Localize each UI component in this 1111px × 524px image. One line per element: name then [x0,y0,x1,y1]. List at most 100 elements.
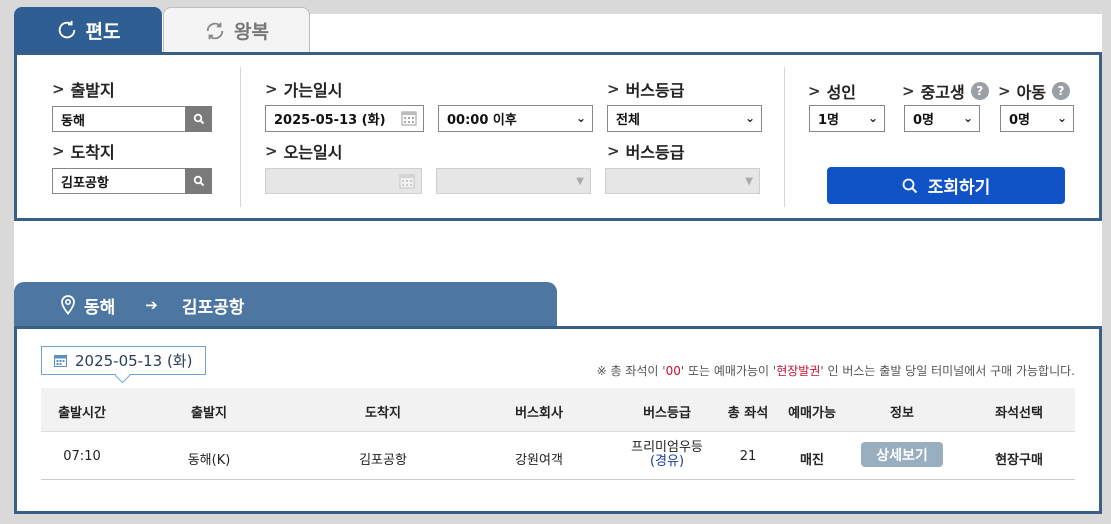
calendar-icon[interactable] [401,110,417,126]
header-departure: 출발지 [191,406,227,421]
arrival-input[interactable]: 김포공항 [52,168,212,194]
route-from: 동해 [84,297,116,318]
teen-value: 0명 [913,113,935,128]
chevron-right-icon: > [998,82,1011,100]
cell-grade-name: 프리미엄우등 [631,440,703,455]
go-time-select[interactable]: 00:00 이후 ⌄ [438,105,593,132]
query-button[interactable]: 조회하기 [827,167,1065,204]
query-button-label: 조회하기 [927,178,991,198]
return-date-input[interactable] [265,168,422,194]
refresh-icon [58,20,75,39]
departure-search-button[interactable] [185,106,212,132]
go-date-label: > 가는일시 [265,77,342,101]
adult-label: > 성인 [808,79,856,103]
departure-label: > 출발지 [52,77,115,101]
cell-status: 매진 [800,453,824,468]
cell-to: 김포공항 [359,453,407,468]
chevron-right-icon: > [902,82,915,100]
notice-suffix: ' 인 버스는 출발 당일 터미널에서 구매 가능합니다. [820,364,1075,378]
departure-label-text: 출발지 [70,81,115,100]
table-header: 출발시간 출발지 도착지 버스회사 버스등급 총 좌석 예매가능 정보 좌석선택 [41,388,1075,432]
return-date-label: > 오는일시 [265,139,342,163]
route-tab: 동해 ➔ 김포공항 [14,282,557,328]
return-time-select[interactable]: ▼ [436,168,591,194]
tab-roundtrip[interactable]: 왕복 [163,7,310,53]
cell-time: 07:10 [63,449,101,464]
tab-oneway[interactable]: 편도 [14,7,162,53]
departure-value: 동해 [61,113,85,129]
search-icon [193,113,204,125]
child-label: > 아동 ? [998,79,1071,103]
route-to: 김포공항 [181,297,245,318]
notice-highlight-seats: 00 [665,364,681,378]
help-icon[interactable]: ? [1052,82,1071,100]
return-date-label-text: 오는일시 [283,143,343,162]
header-arrival: 도착지 [365,406,401,421]
divider [784,67,785,207]
calendar-icon [54,355,67,367]
bus-grade-select[interactable]: 전체 ⌄ [607,105,762,132]
chevron-right-icon: > [52,80,65,98]
bus-grade-value: 전체 [616,113,640,128]
bus-grade-label2-text: 버스등급 [625,143,685,162]
chevron-down-icon: ▼ [745,176,753,187]
help-icon[interactable]: ? [970,82,989,100]
bus-grade-return-select[interactable]: ▼ [605,168,760,194]
go-date-input[interactable]: 2025-05-13 (화) [265,105,424,132]
child-value: 0명 [1009,113,1031,128]
teen-label-text: 중고생 [920,83,965,102]
header-company: 버스회사 [515,406,563,421]
adult-value: 1명 [818,113,840,128]
go-date-label-text: 가는일시 [283,81,343,100]
chevron-down-icon: ⌄ [575,111,586,125]
header-departure-time: 출발시간 [58,406,106,421]
chevron-down-icon: ⌄ [1056,111,1067,125]
chevron-right-icon: > [265,80,278,98]
go-time-value: 00:00 이후 [447,113,517,128]
cell-from: 동해(K) [187,453,231,468]
cell-company: 강원여객 [515,453,563,468]
results-panel: 2025-05-13 (화) ※ 총 좌석이 '00' 또는 예매가능이 '현장… [14,326,1102,514]
notice-prefix: ※ 총 좌석이 ' [596,364,666,378]
bus-grade-label: > 버스등급 [607,77,684,101]
child-label-text: 아동 [1016,83,1047,102]
header-grade: 버스등급 [643,406,691,421]
search-icon [193,175,204,187]
cell-grade: 프리미엄우등 (경유) [631,441,703,469]
adult-select[interactable]: 1명 ⌄ [809,105,885,132]
notice-mid: ' 또는 예매가능이 ' [680,364,777,378]
teen-label: > 중고생 ? [902,79,989,103]
calendar-icon [399,174,415,189]
chevron-down-icon: ⌄ [867,111,878,125]
child-select[interactable]: 0명 ⌄ [1000,105,1074,132]
departure-input[interactable]: 동해 [52,106,212,132]
chevron-down-icon: ▼ [576,176,584,187]
bus-grade-label-text: 버스등급 [625,81,685,100]
chevron-down-icon: ⌄ [962,111,973,125]
results-date: 2025-05-13 (화) [75,352,193,370]
arrival-label-text: 도착지 [70,143,115,162]
table-row: 07:10 동해(K) 김포공항 강원여객 프리미엄우등 (경유) 21 매진 … [41,432,1075,480]
header-available: 예매가능 [788,406,836,421]
page: 편도 왕복 > 출발지 동해 > 도착지 김포공항 > 가는일시 2025-05… [0,0,1111,524]
arrival-value: 김포공항 [61,175,109,191]
chevron-right-icon: > [607,142,620,160]
notice-highlight-onsite: 현장발권 [776,364,821,378]
chevron-right-icon: > [808,82,821,100]
cell-grade-via: (경유) [649,454,685,469]
cell-seat-select[interactable]: 현장구매 [995,449,1043,468]
chevron-right-icon: > [265,142,278,160]
divider [240,67,241,207]
adult-label-text: 성인 [826,83,857,102]
search-icon [902,178,917,193]
chevron-right-icon: > [52,142,65,160]
bus-grade-label-return: > 버스등급 [607,139,684,163]
detail-button[interactable]: 상세보기 [861,442,943,467]
search-panel: > 출발지 동해 > 도착지 김포공항 > 가는일시 2025-05-13 (화… [14,52,1102,221]
arrival-search-button[interactable] [185,168,212,194]
header-total-seats: 총 좌석 [727,406,769,421]
teen-select[interactable]: 0명 ⌄ [904,105,980,132]
notice-text: ※ 총 좌석이 '00' 또는 예매가능이 '현장발권' 인 버스는 출발 당일… [597,362,1075,379]
arrow-right-icon: ➔ [145,296,158,314]
location-pin-icon [61,295,75,315]
